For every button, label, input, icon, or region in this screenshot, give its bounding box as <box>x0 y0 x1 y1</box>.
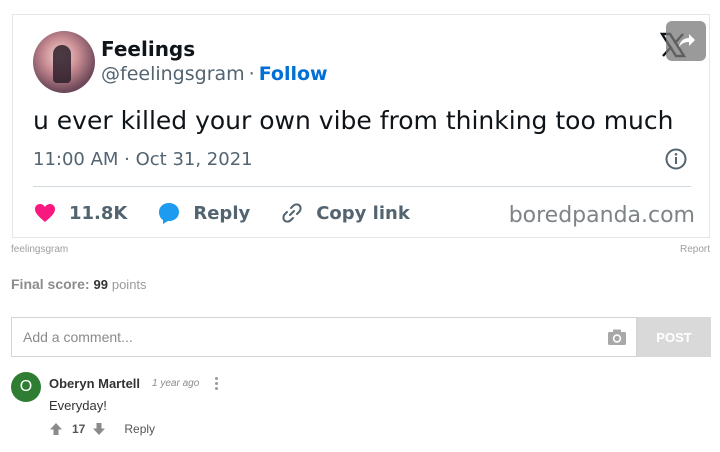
final-score: Final score: 99 points <box>11 276 147 292</box>
vote-count: 17 <box>72 422 86 436</box>
tweet-embed: Feelings @feelingsgram · Follow u ever kil… <box>12 14 710 238</box>
copy-link-button[interactable]: Copy link <box>280 201 410 225</box>
info-icon[interactable] <box>665 148 687 170</box>
watermark: boredpanda.com <box>508 203 695 228</box>
tweet-timestamp[interactable]: 11:00 AM · Oct 31, 2021 <box>33 149 253 170</box>
avatar-silhouette <box>53 45 71 83</box>
comment-time: 1 year ago <box>152 378 200 389</box>
comment-author[interactable]: Oberyn Martell <box>49 376 140 391</box>
divider <box>33 186 691 187</box>
score-unit: points <box>111 277 147 292</box>
follow-link[interactable]: Follow <box>259 63 328 85</box>
report-link[interactable]: Report <box>680 244 710 255</box>
camera-icon[interactable] <box>606 326 628 348</box>
comment-reply-link[interactable]: Reply <box>124 422 155 436</box>
comment-text: Everyday! <box>49 398 107 413</box>
avatar[interactable] <box>33 31 95 93</box>
reply-bubble-icon <box>159 203 180 224</box>
handle-row: @feelingsgram · Follow <box>101 63 328 85</box>
copy-link-label: Copy link <box>316 202 410 224</box>
score-value: 99 <box>93 277 108 292</box>
source-credit[interactable]: feelingsgram <box>11 244 68 255</box>
share-icon <box>679 34 695 47</box>
tweet-actions: 11.8K Reply Copy link <box>33 199 440 227</box>
heart-icon <box>35 204 55 222</box>
reply-label: Reply <box>193 202 251 224</box>
like-button[interactable]: 11.8K <box>33 201 127 225</box>
comment-box <box>11 317 637 357</box>
link-icon <box>282 203 302 223</box>
comment-actions: 17 Reply <box>49 422 155 436</box>
reply-button[interactable]: Reply <box>157 201 250 225</box>
post-button[interactable]: POST <box>637 317 711 357</box>
separator: · <box>248 63 255 85</box>
display-name[interactable]: Feelings <box>101 37 195 61</box>
downvote-icon[interactable] <box>92 422 106 436</box>
more-options-icon[interactable] <box>213 376 219 392</box>
comment-input[interactable] <box>12 318 606 356</box>
score-label: Final score: <box>11 276 90 292</box>
handle[interactable]: @feelingsgram <box>101 63 245 85</box>
tweet-text: u ever killed your own vibe from thinkin… <box>33 106 674 135</box>
share-button[interactable] <box>666 21 706 61</box>
upvote-icon[interactable] <box>49 422 63 436</box>
like-count: 11.8K <box>69 202 128 224</box>
comment-avatar[interactable]: O <box>11 372 41 402</box>
